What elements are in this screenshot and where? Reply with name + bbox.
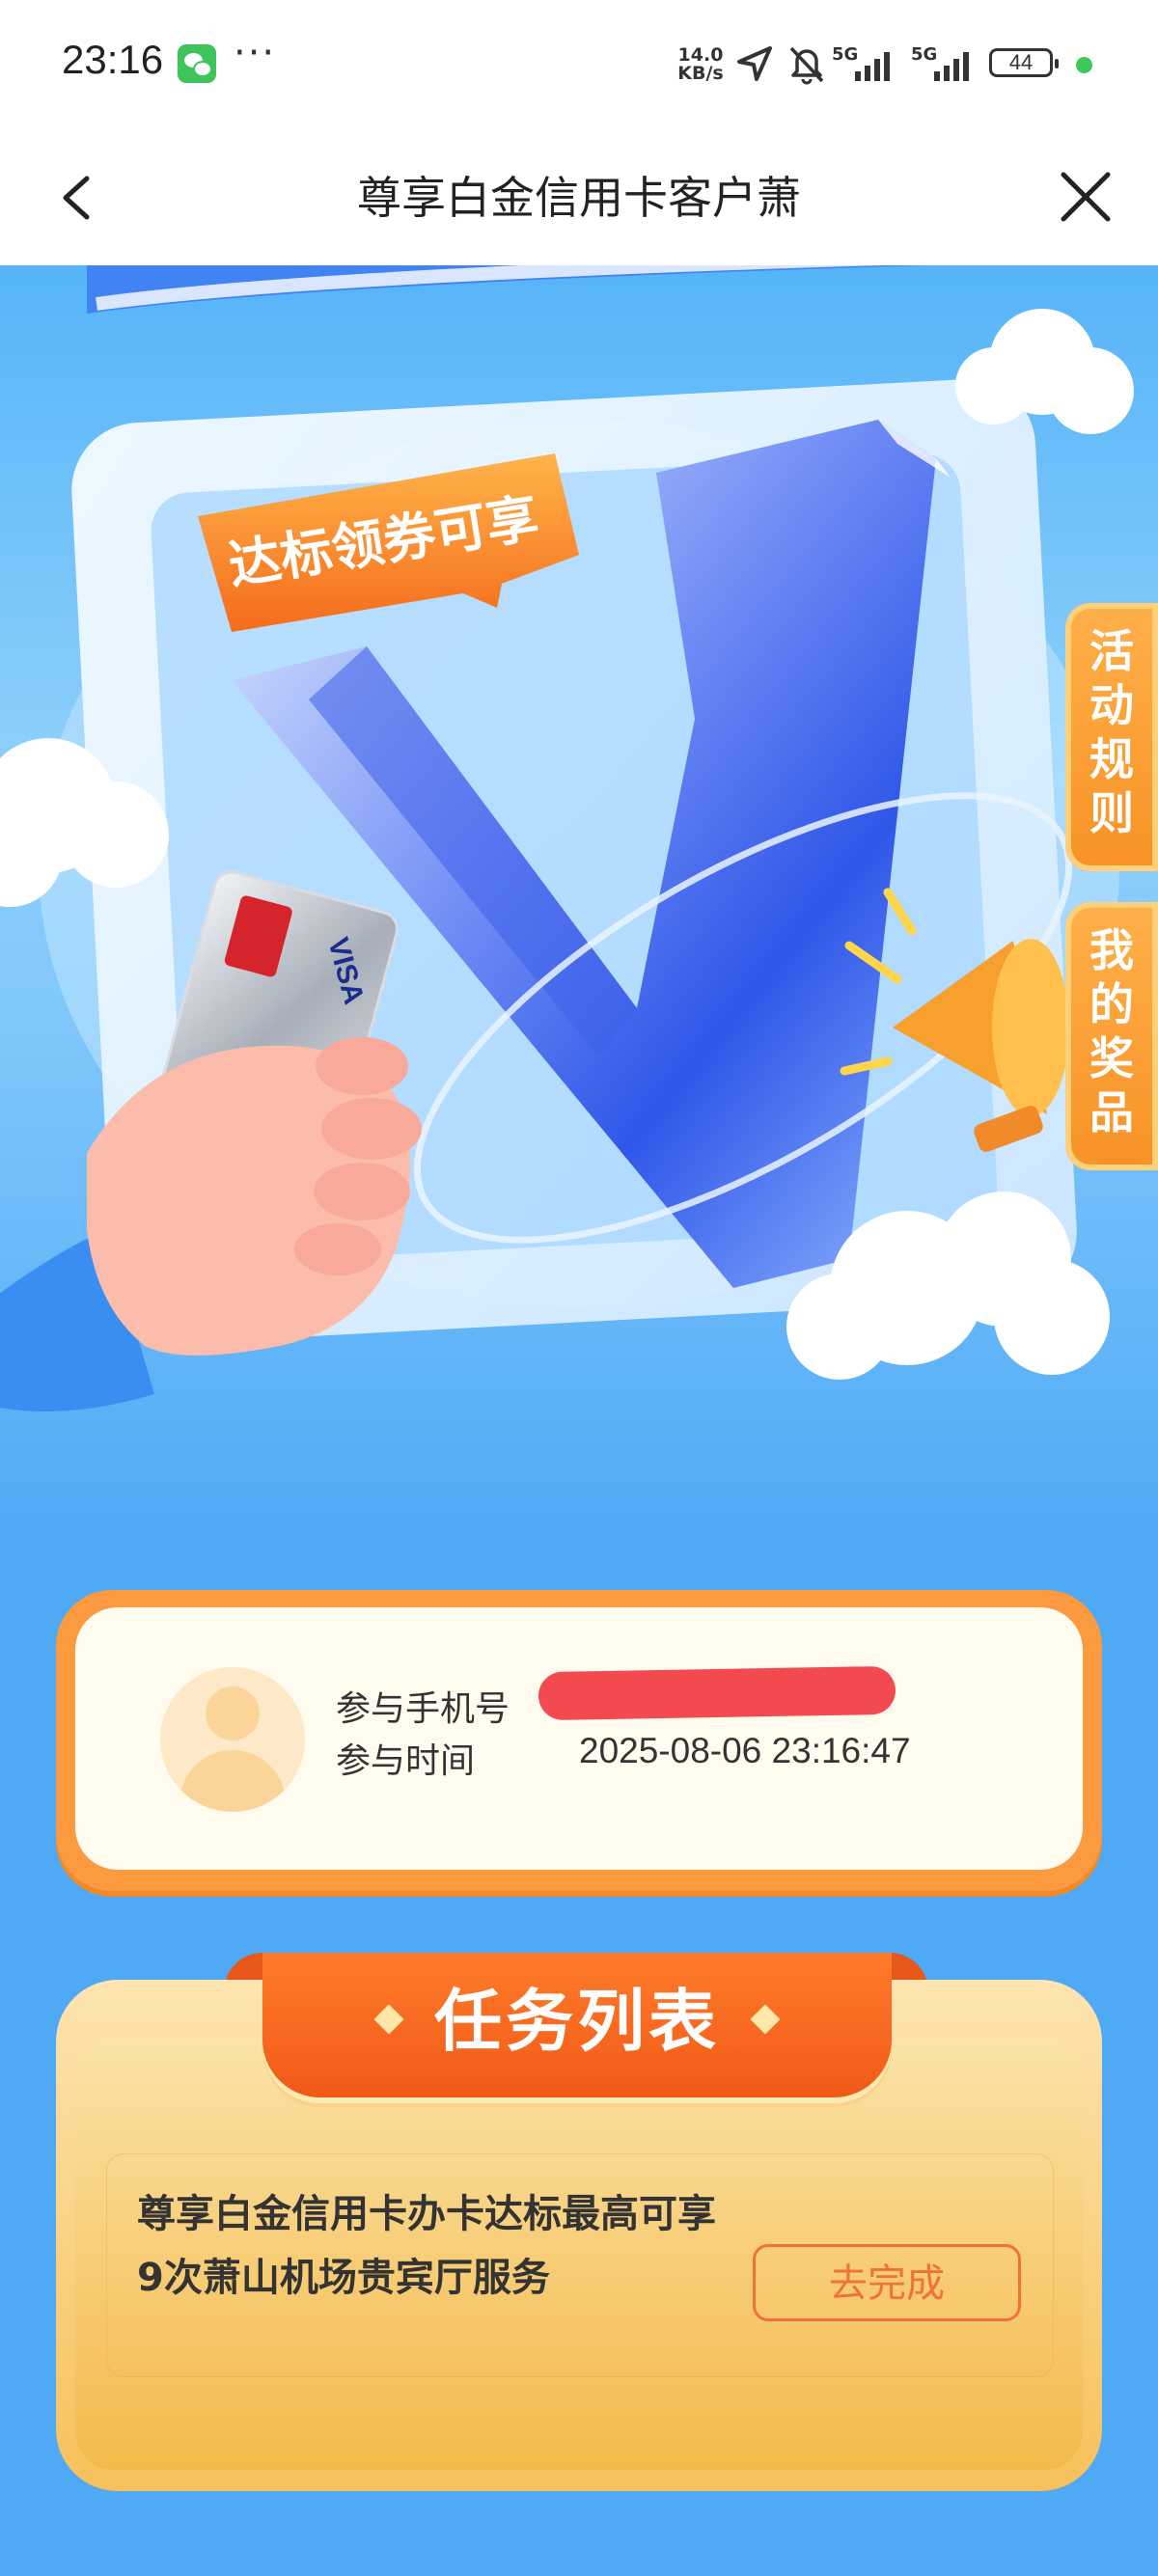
time-value: 2025-08-06 23:16:47 [579,1731,911,1770]
signal-icon [934,52,969,81]
my-prizes-label: 我的奖品 [1089,924,1134,1138]
go-complete-button[interactable]: 去完成 [753,2244,1021,2321]
active-indicator-dot [1076,57,1092,73]
task-description: 尊享白金信用卡办卡达标最高可享9次萧山机场贵宾厅服务 [137,2192,716,2300]
more-notifications-icon: ··· [234,31,277,75]
hero-banner: 达标领券可享 VISA 活动规则 我的奖品 [0,265,1158,1548]
phone-label: 参与手机号 [336,1689,510,1729]
participant-card-inner: 参与手机号 参与时间 2025-08-06 23:16:47 [75,1607,1083,1870]
bell-muted-icon [789,46,824,85]
time-label: 参与时间 [336,1741,476,1781]
wechat-icon [178,44,216,83]
task-list-title: 任务列表 [434,1982,720,2061]
activity-rules-label: 活动规则 [1089,625,1134,839]
battery-icon: 44 [989,48,1059,77]
avatar-head-shape [206,1686,260,1740]
hero-illustration: 达标领券可享 VISA [0,265,1134,1411]
phone-redaction-mark [538,1665,896,1721]
signal-icon [855,52,890,81]
participant-card: 参与手机号 参与时间 2025-08-06 23:16:47 [56,1590,1102,1891]
back-arrow-icon[interactable] [50,159,108,236]
network-speed-unit: KB/s [677,63,724,84]
avatar [160,1667,305,1812]
status-time: 23:16 [62,37,164,82]
network-speed: 14.0 KB/s [674,46,728,83]
close-icon[interactable] [1052,159,1119,236]
status-bar: 23:16 ··· 14.0 KB/s 5G 5G 44 [0,0,1158,130]
location-arrow-icon [737,46,772,81]
avatar-body-shape [179,1750,286,1812]
activity-rules-tab[interactable]: 活动规则 [1065,603,1158,871]
my-prizes-tab[interactable]: 我的奖品 [1065,902,1158,1170]
banner-title-remnant [87,265,926,314]
page-title: 尊享白金信用卡客户萧 [357,172,801,224]
nav-bar: 尊享白金信用卡客户萧 [0,130,1158,265]
